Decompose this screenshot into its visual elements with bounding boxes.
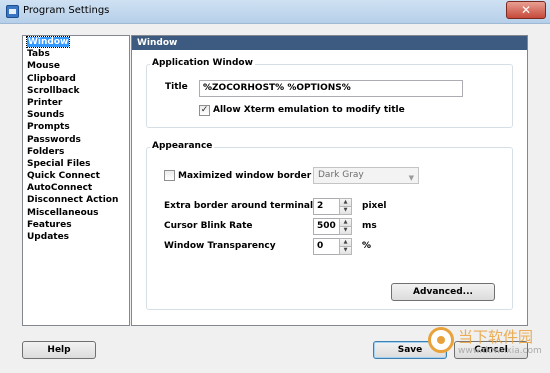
blink-rate-input[interactable]: 500	[313, 218, 341, 235]
title-bar: Program Settings ✕	[0, 0, 550, 24]
category-label: Features	[27, 219, 72, 230]
category-item-window[interactable]: Window	[23, 36, 129, 48]
category-item-tabs[interactable]: Tabs	[23, 48, 129, 60]
category-item-mouse[interactable]: Mouse	[23, 60, 129, 72]
advanced-button[interactable]: Advanced...	[391, 283, 495, 301]
window-title: Program Settings	[23, 5, 110, 16]
xterm-checkbox[interactable]: ✓	[199, 105, 210, 116]
spin-down-icon[interactable]: ▼	[339, 226, 352, 235]
spin-down-icon[interactable]: ▼	[339, 206, 352, 215]
appearance-group: Appearance Maximized window border Dark …	[146, 141, 513, 310]
transparency-spinner[interactable]: ▲ ▼	[339, 238, 352, 255]
close-icon: ✕	[520, 3, 532, 17]
category-label: Miscellaneous	[27, 207, 99, 218]
group-title: Appearance	[150, 141, 215, 151]
spin-down-icon[interactable]: ▼	[339, 246, 352, 255]
transparency-label: Window Transparency	[164, 241, 276, 251]
panel-header: Window	[132, 36, 527, 50]
category-item-passwords[interactable]: Passwords	[23, 134, 129, 146]
close-button[interactable]: ✕	[506, 1, 546, 19]
category-label: Window	[25, 36, 71, 48]
category-item-quick-connect[interactable]: Quick Connect	[23, 170, 129, 182]
category-item-printer[interactable]: Printer	[23, 97, 129, 109]
transparency-input[interactable]: 0	[313, 238, 341, 255]
title-label: Title	[165, 82, 188, 92]
category-label: Quick Connect	[27, 171, 100, 182]
category-item-scrollback[interactable]: Scrollback	[23, 85, 129, 97]
blink-rate-label: Cursor Blink Rate	[164, 221, 253, 231]
category-label: Clipboard	[27, 73, 76, 84]
category-item-autoconnect[interactable]: AutoConnect	[23, 182, 129, 194]
application-window-group: Application Window Title %ZOCORHOST% %OP…	[146, 58, 513, 128]
watermark: 当下软件园 www.downxia.com	[428, 325, 546, 369]
category-item-miscellaneous[interactable]: Miscellaneous	[23, 207, 129, 219]
xterm-label: Allow Xterm emulation to modify title	[213, 105, 405, 115]
watermark-logo-icon	[428, 327, 454, 353]
category-label: Scrollback	[27, 85, 80, 96]
category-label: Sounds	[27, 110, 65, 121]
dropdown-value: Dark Gray	[318, 170, 364, 180]
app-icon	[6, 5, 19, 18]
category-item-updates[interactable]: Updates	[23, 231, 129, 243]
watermark-url: www.downxia.com	[458, 346, 542, 356]
category-label: Special Files	[27, 158, 91, 169]
help-button[interactable]: Help	[22, 341, 96, 359]
extra-border-spinner[interactable]: ▲ ▼	[339, 198, 352, 215]
transparency-unit: %	[362, 241, 372, 251]
title-input[interactable]: %ZOCORHOST% %OPTIONS%	[199, 80, 463, 97]
category-item-special-files[interactable]: Special Files	[23, 158, 129, 170]
group-title: Application Window	[150, 58, 255, 68]
category-list[interactable]: Window Tabs Mouse Clipboard Scrollback P…	[22, 35, 130, 326]
maximized-border-checkbox[interactable]	[164, 170, 175, 181]
chevron-down-icon: ▼	[408, 174, 414, 182]
border-color-dropdown[interactable]: Dark Gray ▼	[313, 167, 419, 184]
category-label: Printer	[27, 97, 63, 108]
category-item-disconnect-action[interactable]: Disconnect Action	[23, 194, 129, 206]
watermark-text: 当下软件园	[458, 328, 534, 346]
category-label: Mouse	[27, 61, 61, 72]
extra-border-input[interactable]: 2	[313, 198, 341, 215]
category-label: Disconnect Action	[27, 195, 119, 206]
maximized-border-label: Maximized window border	[178, 171, 312, 181]
category-label: Prompts	[27, 122, 70, 133]
category-label: Tabs	[27, 49, 50, 60]
blink-rate-spinner[interactable]: ▲ ▼	[339, 218, 352, 235]
category-item-features[interactable]: Features	[23, 219, 129, 231]
extra-border-unit: pixel	[362, 201, 387, 211]
category-item-clipboard[interactable]: Clipboard	[23, 73, 129, 85]
category-label: Folders	[27, 146, 65, 157]
category-item-sounds[interactable]: Sounds	[23, 109, 129, 121]
settings-panel: Window Application Window Title %ZOCORHO…	[131, 35, 528, 326]
extra-border-label: Extra border around terminal	[164, 201, 314, 211]
category-item-prompts[interactable]: Prompts	[23, 121, 129, 133]
blink-rate-unit: ms	[362, 221, 377, 231]
category-item-folders[interactable]: Folders	[23, 146, 129, 158]
category-label: Updates	[27, 232, 70, 242]
category-label: Passwords	[27, 134, 81, 145]
category-label: AutoConnect	[27, 183, 93, 194]
